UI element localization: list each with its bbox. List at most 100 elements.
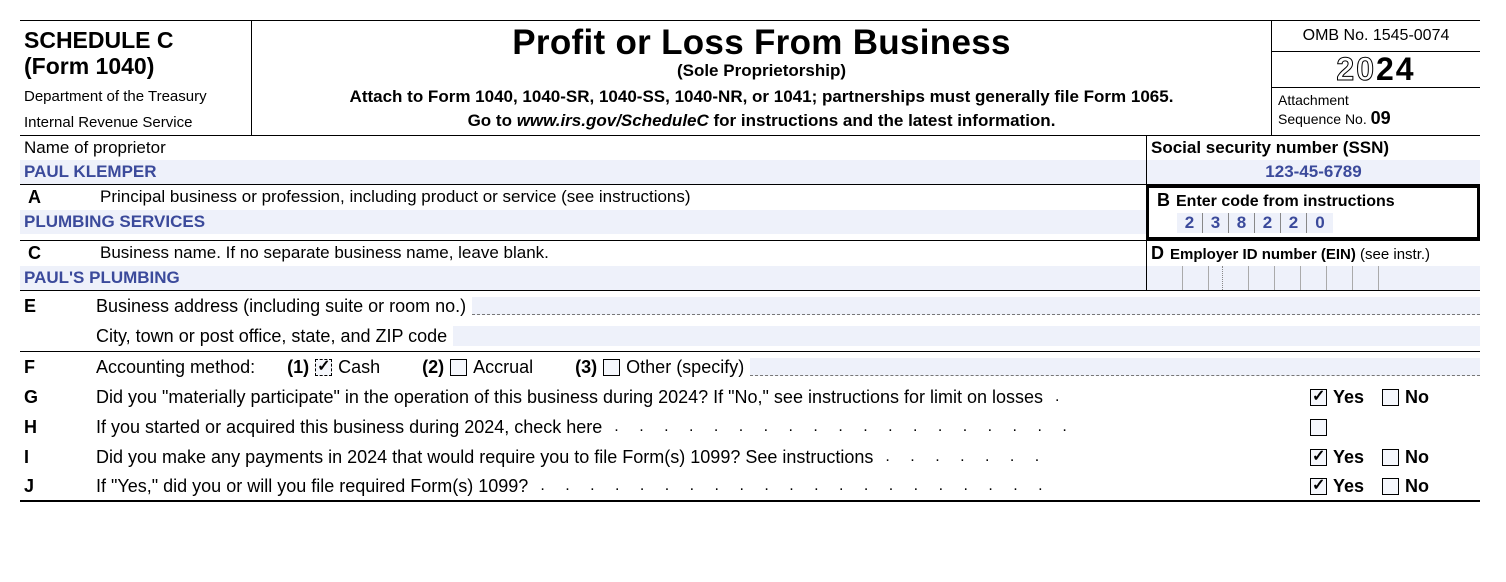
form-title: Profit or Loss From Business (262, 23, 1261, 63)
ein-sep (1209, 266, 1223, 290)
line-i-letter: I (20, 447, 96, 468)
row-proprietor: Name of proprietor PAUL KLEMPER Social s… (20, 136, 1480, 185)
checkbox-other[interactable] (603, 359, 620, 376)
opt3-label: Other (specify) (626, 357, 744, 378)
code-digit-5[interactable]: 0 (1307, 213, 1333, 233)
dept-treasury: Department of the Treasury (24, 88, 247, 107)
header-right: OMB No. 1545-0074 2024 Attachment Sequen… (1272, 21, 1480, 135)
checkbox-cash[interactable] (315, 359, 332, 376)
line-g-no-checkbox[interactable] (1382, 389, 1399, 406)
proprietor-name-input[interactable]: PAUL KLEMPER (20, 160, 1146, 184)
line-e-address-input[interactable] (472, 297, 1480, 315)
code-digit-3[interactable]: 2 (1255, 213, 1281, 233)
line-c-input[interactable]: PAUL'S PLUMBING (20, 266, 1146, 290)
line-h-box (1310, 419, 1480, 436)
row-c-d: C Business name. If no separate business… (20, 241, 1480, 291)
opt1-no: (1) (287, 357, 309, 378)
goto-post: for instructions and the latest informat… (709, 111, 1056, 130)
line-j-text: If "Yes," did you or will you file requi… (96, 476, 528, 497)
line-e-label2: City, town or post office, state, and ZI… (96, 326, 447, 347)
ssn-input[interactable]: 123-45-6789 (1147, 160, 1480, 184)
form-header: SCHEDULE C (Form 1040) Department of the… (20, 21, 1480, 136)
attach-seq-no: 09 (1371, 108, 1391, 128)
line-f-label: Accounting method: (96, 357, 255, 378)
line-e-label1: Business address (including suite or roo… (96, 296, 466, 317)
line-h-letter: H (20, 417, 96, 438)
line-i-yes-checkbox[interactable] (1310, 449, 1327, 466)
line-a-label: Principal business or profession, includ… (100, 187, 691, 208)
yes-label: Yes (1333, 476, 1364, 497)
line-d-label-note: (see instr.) (1356, 246, 1430, 263)
line-c: C Business name. If no separate business… (20, 241, 1146, 290)
line-g-yes-checkbox[interactable] (1310, 389, 1327, 406)
line-g-text: Did you "materially participate" in the … (96, 387, 1043, 408)
schedule-label: SCHEDULE C (24, 27, 247, 53)
form-label: (Form 1040) (24, 53, 247, 79)
code-digit-0[interactable]: 2 (1177, 213, 1203, 233)
lines-f-j: F Accounting method: (1) Cash (2) Accrua… (20, 352, 1480, 502)
line-g: G Did you "materially participate" in th… (20, 382, 1480, 412)
attachment-sequence: Attachment Sequence No. 09 (1272, 88, 1480, 131)
row-a-b: A Principal business or profession, incl… (20, 185, 1480, 241)
line-h: H If you started or acquired this busine… (20, 412, 1480, 442)
line-i-text: Did you make any payments in 2024 that w… (96, 447, 873, 468)
checkbox-accrual[interactable] (450, 359, 467, 376)
ein-cell[interactable] (1275, 266, 1301, 290)
goto-pre: Go to (468, 111, 517, 130)
line-j-no-checkbox[interactable] (1382, 478, 1399, 495)
proprietor-cell: Name of proprietor PAUL KLEMPER (20, 136, 1146, 184)
line-j-yes-checkbox[interactable] (1310, 478, 1327, 495)
line-d: D Employer ID number (EIN) (see instr.) (1146, 241, 1480, 290)
line-h-text: If you started or acquired this business… (96, 417, 602, 438)
line-d-letter: D (1151, 243, 1164, 264)
line-i-no-checkbox[interactable] (1382, 449, 1399, 466)
attach-seq-label: Attachment (1278, 92, 1349, 108)
attach-seq-label2: Sequence No. (1278, 111, 1371, 127)
line-b-letter: B (1157, 190, 1170, 211)
line-a-input[interactable]: PLUMBING SERVICES (20, 210, 1146, 234)
line-g-letter: G (20, 387, 96, 408)
ein-cell[interactable] (1379, 266, 1405, 290)
goto-instruction: Go to www.irs.gov/ScheduleC for instruct… (262, 111, 1261, 131)
dept-irs: Internal Revenue Service (24, 114, 247, 133)
ein-cell[interactable] (1327, 266, 1353, 290)
leader-dots: . (1049, 388, 1304, 406)
ein-cell[interactable] (1353, 266, 1379, 290)
line-d-ein-input[interactable] (1147, 266, 1480, 290)
opt2-label: Accrual (473, 357, 533, 378)
other-specify-input[interactable] (750, 358, 1480, 376)
no-label: No (1405, 476, 1429, 497)
code-digit-2[interactable]: 8 (1229, 213, 1255, 233)
header-center: Profit or Loss From Business (Sole Propr… (252, 21, 1272, 135)
line-e-city-input[interactable] (453, 326, 1480, 346)
ssn-cell: Social security number (SSN) 123-45-6789 (1146, 136, 1480, 184)
line-h-checkbox[interactable] (1310, 419, 1327, 436)
leader-dots: . . . . . . . . . . . . . . . . . . . . … (534, 477, 1304, 495)
leader-dots: . . . . . . . (879, 448, 1304, 466)
yes-label: Yes (1333, 447, 1364, 468)
opt3-no: (3) (575, 357, 597, 378)
line-j-letter: J (20, 476, 96, 497)
line-b-code-input[interactable]: 2 3 8 2 2 0 (1157, 213, 1471, 233)
code-digit-4[interactable]: 2 (1281, 213, 1307, 233)
code-digit-1[interactable]: 3 (1203, 213, 1229, 233)
line-i-yn: Yes No (1310, 447, 1480, 468)
ein-cell[interactable] (1223, 266, 1249, 290)
no-label: No (1405, 447, 1429, 468)
year-bold: 24 (1376, 51, 1416, 87)
no-label: No (1405, 387, 1429, 408)
ein-cell[interactable] (1301, 266, 1327, 290)
line-i: I Did you make any payments in 2024 that… (20, 442, 1480, 472)
line-f-letter: F (20, 357, 96, 378)
line-c-letter: C (24, 243, 100, 264)
opt1-label: Cash (338, 357, 380, 378)
line-a: A Principal business or profession, incl… (20, 185, 1146, 240)
tax-year: 2024 (1272, 52, 1480, 88)
omb-number: OMB No. 1545-0074 (1272, 21, 1480, 52)
line-b: B Enter code from instructions 2 3 8 2 2… (1146, 185, 1480, 240)
ein-cell[interactable] (1183, 266, 1209, 290)
line-c-label: Business name. If no separate business n… (100, 243, 549, 264)
ein-cell[interactable] (1249, 266, 1275, 290)
ein-cell[interactable] (1157, 266, 1183, 290)
line-e: E Business address (including suite or r… (20, 291, 1480, 352)
